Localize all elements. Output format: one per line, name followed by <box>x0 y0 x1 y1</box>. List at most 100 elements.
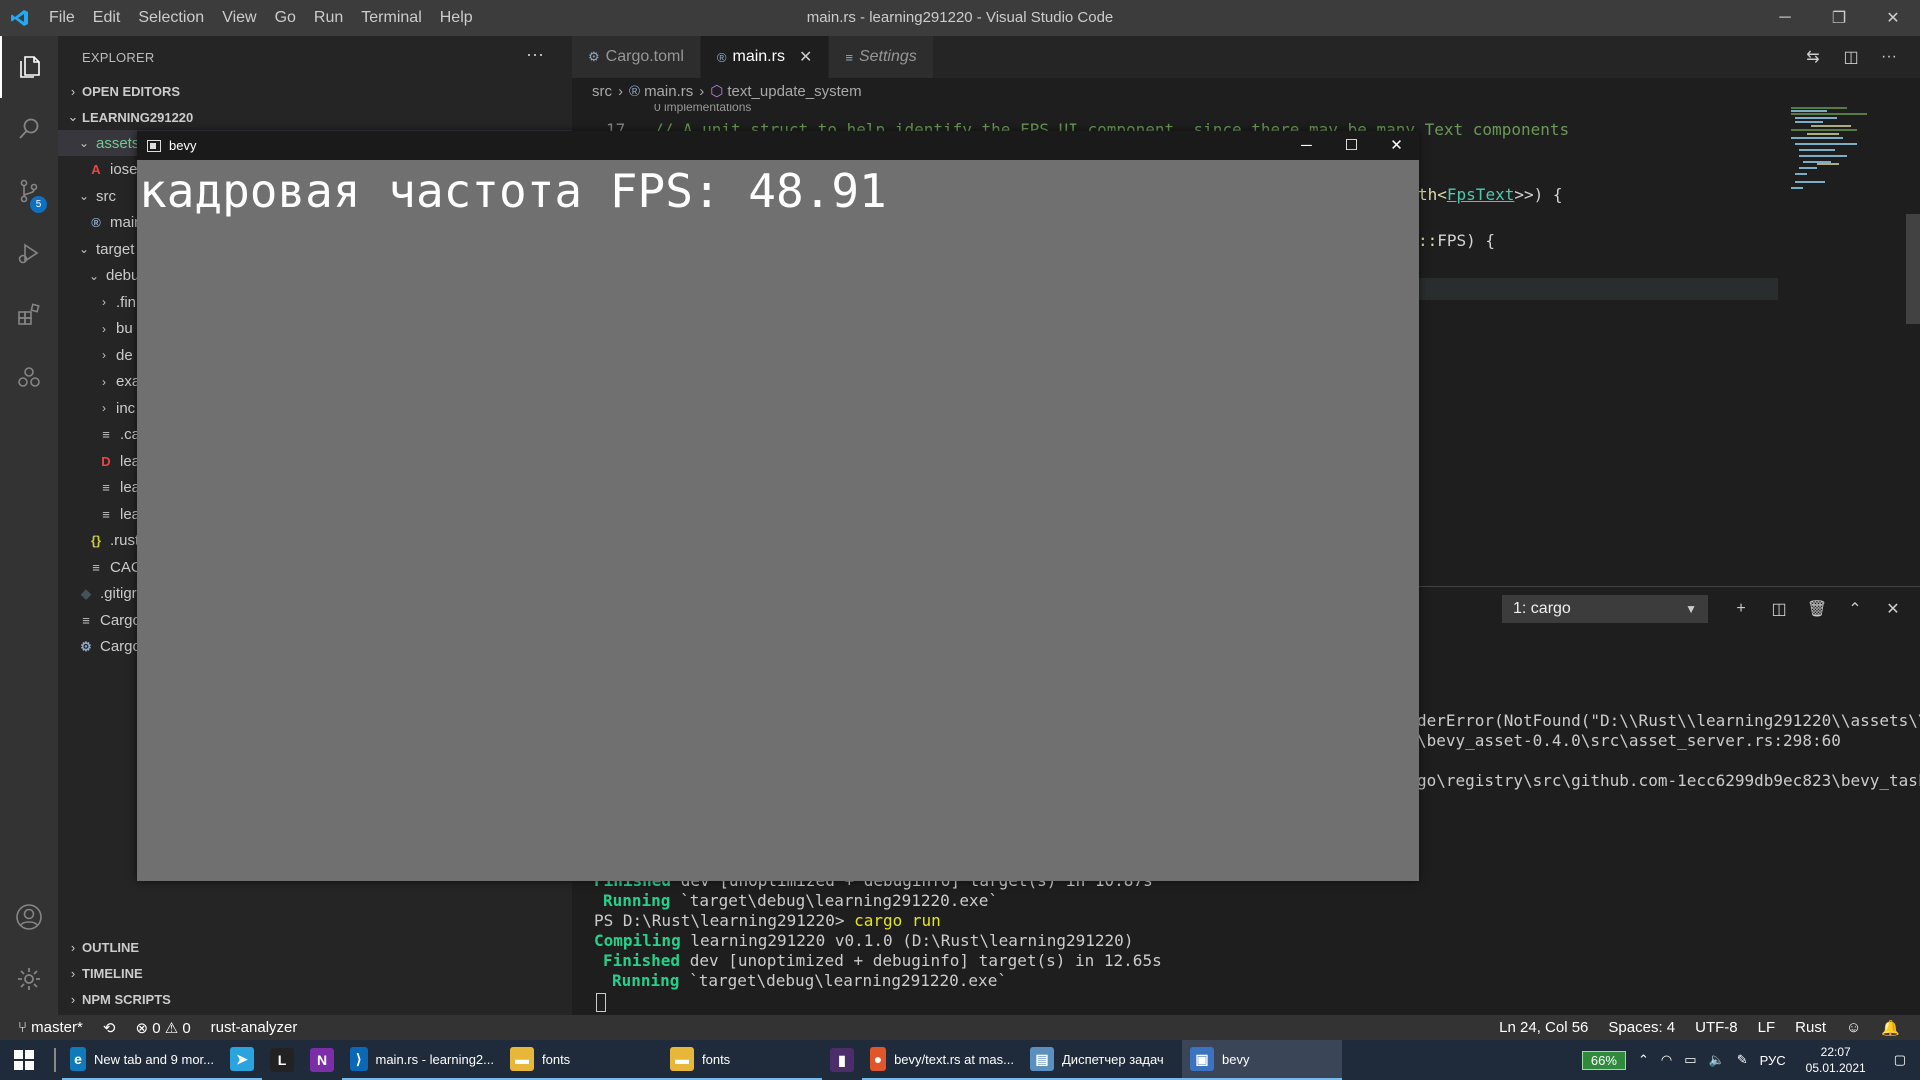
chevron-up-icon[interactable]: ⌃ <box>1632 1052 1655 1068</box>
sync-icon[interactable]: ⟲ <box>93 1019 126 1037</box>
bevy-minimize-button[interactable]: ─ <box>1284 131 1329 160</box>
close-tab-icon[interactable]: ✕ <box>799 47 812 67</box>
taskbar-app[interactable]: ⟩ main.rs - learning2... <box>342 1040 502 1080</box>
outline-section[interactable]: › OUTLINE <box>58 934 572 960</box>
maximize-panel-icon[interactable]: ⌃ <box>1836 599 1874 619</box>
extensions-icon[interactable] <box>0 284 58 346</box>
terminal-select-value: 1: cargo <box>1513 600 1571 617</box>
taskbar-app[interactable]: ▣ bevy <box>1182 1040 1342 1080</box>
split-editor-icon[interactable]: ◫ <box>1832 47 1870 67</box>
more-icon[interactable]: ··· <box>1870 48 1908 66</box>
chevron-down-icon: ⌄ <box>78 136 90 150</box>
menu-run[interactable]: Run <box>305 0 352 36</box>
menu-help[interactable]: Help <box>431 0 482 36</box>
taskbar-app[interactable]: ▬ fonts <box>662 1040 822 1080</box>
taskbar-app[interactable]: ● bevy/text.rs at mas... <box>862 1040 1022 1080</box>
tree-item-label: debu <box>106 267 140 284</box>
split-terminal-icon[interactable]: ◫ <box>1760 599 1798 619</box>
windows-start-icon[interactable] <box>0 1040 48 1080</box>
breadcrumb-src[interactable]: src <box>592 83 612 100</box>
trash-icon[interactable]: 🗑 <box>1798 599 1836 619</box>
tab-cargo-toml[interactable]: ⚙ Cargo.toml <box>572 36 701 78</box>
close-window-button[interactable]: ✕ <box>1866 0 1920 36</box>
wifi-icon[interactable]: ◠ <box>1655 1052 1678 1068</box>
chevron-right-icon: › <box>102 295 106 309</box>
encoding[interactable]: UTF-8 <box>1685 1019 1748 1036</box>
taskbar-app[interactable]: e New tab and 9 mor... <box>62 1040 222 1080</box>
notifications-bell-icon[interactable]: 🔔 <box>1871 1019 1910 1037</box>
editor-tabs: ⚙ Cargo.toml ® main.rs ✕ ≡ Settings ⇆ ◫ … <box>572 36 1920 78</box>
problems-indicator[interactable]: ⊗ 0 ⚠ 0 <box>125 1019 200 1037</box>
breadcrumb-symbol[interactable]: text_update_system <box>727 83 861 100</box>
terminal-select[interactable]: 1: cargo ▼ <box>1502 595 1708 623</box>
taskbar-app-label: fonts <box>702 1051 731 1067</box>
end-of-line[interactable]: LF <box>1748 1019 1786 1036</box>
menu-bar: File Edit Selection View Go Run Terminal… <box>40 0 482 36</box>
text-file-icon: ≡ <box>82 612 90 628</box>
minimap[interactable] <box>1787 104 1887 586</box>
text-file-icon: ≡ <box>102 480 110 495</box>
open-changes-icon[interactable]: ⇆ <box>1794 47 1832 67</box>
text-file-icon: ≡ <box>102 427 110 442</box>
settings-gear-icon[interactable] <box>0 948 58 1010</box>
feedback-icon[interactable]: ☺ <box>1836 1019 1871 1036</box>
restore-button[interactable]: ❐ <box>1812 0 1866 36</box>
breadcrumb-file[interactable]: main.rs <box>644 83 693 100</box>
edge-browser-icon: e <box>70 1047 87 1071</box>
menu-terminal[interactable]: Terminal <box>352 0 430 36</box>
taskbar-app[interactable]: ▬ fonts <box>502 1040 662 1080</box>
tab-label: Cargo.toml <box>605 48 684 65</box>
new-terminal-icon[interactable]: + <box>1722 600 1760 618</box>
bevy-titlebar[interactable]: bevy ─ ☐ ✕ <box>137 131 1419 160</box>
explorer-icon[interactable] <box>0 36 58 98</box>
battery-icon[interactable]: ▭ <box>1678 1052 1702 1068</box>
bevy-close-button[interactable]: ✕ <box>1374 131 1419 160</box>
language-mode[interactable]: Rust <box>1785 1019 1836 1036</box>
npm-scripts-section[interactable]: › NPM SCRIPTS <box>58 986 572 1012</box>
git-branch[interactable]: ⑂ master* <box>0 1019 93 1036</box>
editor-scrollbar[interactable] <box>1906 214 1920 324</box>
search-icon[interactable] <box>0 98 58 160</box>
menu-go[interactable]: Go <box>266 0 305 36</box>
pen-icon[interactable]: ✎ <box>1731 1052 1754 1068</box>
menu-edit[interactable]: Edit <box>84 0 130 36</box>
taskbar-app[interactable]: N <box>302 1040 342 1080</box>
volume-icon[interactable]: 🔈 <box>1703 1052 1731 1068</box>
codelens-hint[interactable]: 0 implementations <box>654 104 751 114</box>
menu-selection[interactable]: Selection <box>129 0 213 36</box>
taskbar-app[interactable]: ▤ Диспетчер задач <box>1022 1040 1182 1080</box>
tab-main-rs[interactable]: ® main.rs ✕ <box>700 36 830 78</box>
status-right: Ln 24, Col 56 Spaces: 4 UTF-8 LF Rust ☺ … <box>1489 1015 1910 1040</box>
taskbar-app[interactable]: ➤ <box>222 1040 262 1080</box>
extension-status[interactable]: rust-analyzer <box>201 1019 308 1036</box>
run-debug-icon[interactable] <box>0 222 58 284</box>
battery-indicator[interactable]: 66% <box>1576 1050 1632 1070</box>
terminal-cursor[interactable] <box>596 993 606 1012</box>
minimize-button[interactable]: ─ <box>1758 0 1812 36</box>
action-center-icon[interactable]: ▢ <box>1880 1052 1920 1068</box>
editor-actions: ⇆ ◫ ··· <box>1794 36 1908 78</box>
bevy-window[interactable]: bevy ─ ☐ ✕ кадровая частота FPS: 48.91 <box>137 131 1419 881</box>
open-editors-section[interactable]: › OPEN EDITORS <box>58 78 572 104</box>
timeline-section[interactable]: › TIMELINE <box>58 960 572 986</box>
menu-view[interactable]: View <box>213 0 265 36</box>
tree-item-label: Cargo <box>100 611 141 629</box>
more-actions-icon[interactable]: ··· <box>526 44 544 65</box>
taskbar-app[interactable]: L <box>262 1040 302 1080</box>
account-icon[interactable] <box>0 886 58 948</box>
source-control-icon[interactable]: 5 <box>0 160 58 222</box>
cursor-position[interactable]: Ln 24, Col 56 <box>1489 1019 1598 1036</box>
input-language[interactable]: РУС <box>1754 1053 1792 1068</box>
project-section[interactable]: ⌄ LEARNING291220 <box>58 104 572 130</box>
bevy-maximize-button[interactable]: ☐ <box>1329 131 1374 160</box>
remote-icon[interactable] <box>0 346 58 408</box>
indentation[interactable]: Spaces: 4 <box>1598 1019 1685 1036</box>
task-view-icon[interactable] <box>54 1048 56 1072</box>
chevron-right-icon: › <box>102 374 106 389</box>
close-panel-icon[interactable]: ✕ <box>1874 599 1912 619</box>
bevy-render-canvas[interactable]: кадровая частота FPS: 48.91 <box>137 160 1419 881</box>
menu-file[interactable]: File <box>40 0 84 36</box>
taskbar-app[interactable]: ▮ <box>822 1040 862 1080</box>
clock[interactable]: 22:07 05.01.2021 <box>1792 1044 1880 1076</box>
tab-settings[interactable]: ≡ Settings <box>829 36 934 78</box>
